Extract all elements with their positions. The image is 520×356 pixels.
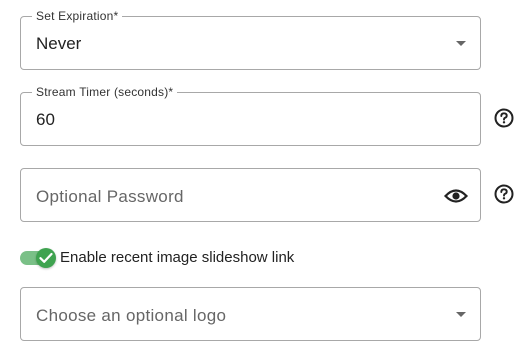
eye-icon[interactable] <box>443 186 469 206</box>
help-icon[interactable] <box>494 108 514 128</box>
chevron-down-icon <box>456 41 466 46</box>
slideshow-toggle-label: Enable recent image slideshow link <box>60 249 295 266</box>
expiration-value: Never <box>36 34 82 53</box>
stream-timer-value: 60 <box>36 110 55 129</box>
slideshow-toggle[interactable] <box>36 248 56 268</box>
expiration-select[interactable]: Set Expiration* Never <box>20 9 481 70</box>
stream-timer-label: Stream Timer (seconds)* <box>32 85 178 99</box>
help-icon[interactable] <box>494 184 514 204</box>
logo-select-placeholder: Choose an optional logo <box>36 306 227 325</box>
chevron-down-icon <box>456 312 466 317</box>
password-placeholder: Optional Password <box>36 187 184 206</box>
stream-timer-field[interactable]: Stream Timer (seconds)* 60 <box>20 85 481 146</box>
expiration-label: Set Expiration* <box>32 9 123 23</box>
logo-select[interactable]: Choose an optional logo <box>20 287 481 341</box>
slideshow-toggle-row: Enable recent image slideshow link <box>20 248 500 268</box>
check-icon <box>39 252 53 263</box>
password-field[interactable]: Optional Password <box>20 168 481 222</box>
